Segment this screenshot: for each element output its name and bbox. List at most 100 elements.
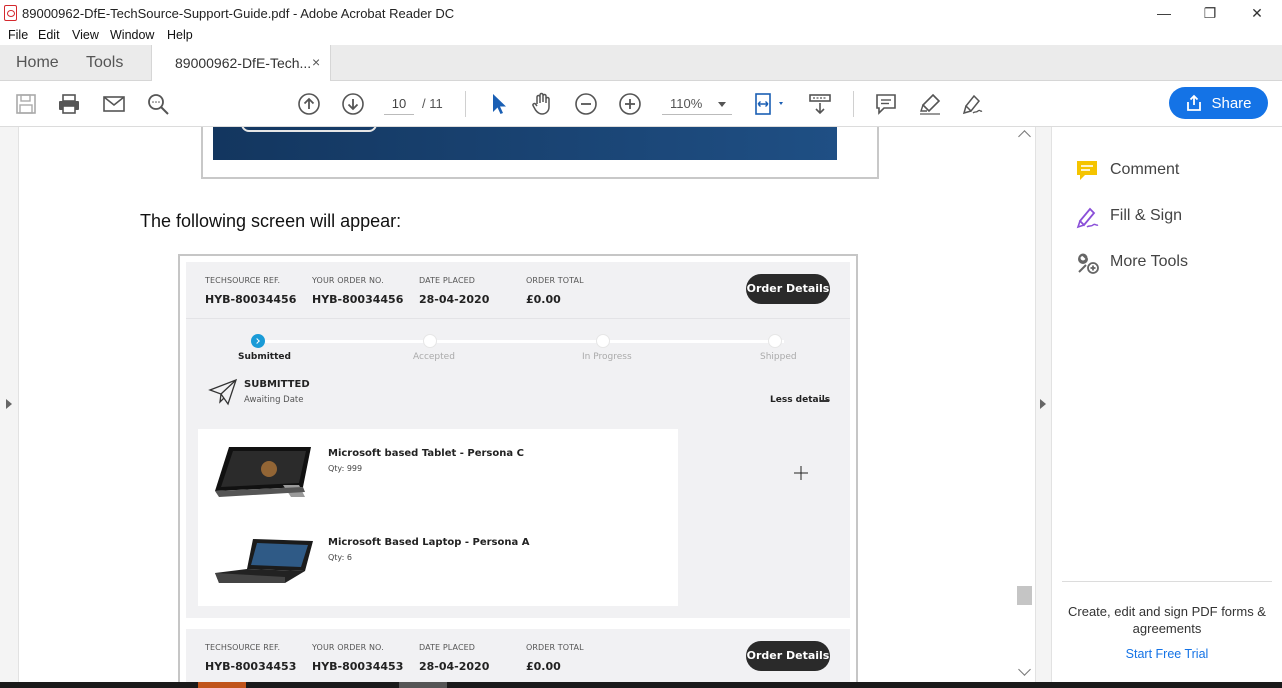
order-number-label: YOUR ORDER NO. [312, 643, 384, 652]
taskbar-edge [0, 682, 1282, 688]
share-button[interactable]: Share [1169, 87, 1268, 119]
order-total: ORDER TOTAL £0.00 [526, 276, 584, 306]
status-title: SUBMITTED [244, 379, 310, 390]
techsource-ref-label: TECHSOURCE REF. [205, 643, 281, 652]
sign-icon[interactable] [960, 92, 984, 116]
page-fit-icon[interactable] [752, 92, 788, 116]
more-tools-label: More Tools [1110, 253, 1188, 270]
step-label-shipped: Shipped [760, 352, 797, 362]
order-number-value: HYB-80034456 [312, 293, 404, 306]
tab-home[interactable]: Home [16, 54, 59, 72]
order-items: Microsoft based Tablet - Persona C Qty: … [198, 429, 678, 606]
share-label: Share [1211, 94, 1252, 112]
techsource-ref-label: TECHSOURCE REF. [205, 276, 281, 285]
step-label-submitted: Submitted [238, 352, 291, 362]
order-total-label: ORDER TOTAL [526, 276, 584, 285]
date-placed-value: 28-04-2020 [419, 660, 490, 673]
more-tools[interactable]: More Tools [1076, 250, 1188, 276]
page-number-input[interactable]: 10 [384, 93, 414, 115]
zoom-dropdown[interactable]: 110% [662, 93, 732, 115]
menu-help[interactable]: Help [167, 28, 193, 42]
window-title: 89000962-DfE-TechSource-Support-Guide.pd… [22, 6, 455, 21]
step-dot-submitted [251, 334, 265, 348]
print-icon[interactable] [57, 92, 81, 116]
hand-tool-icon[interactable] [530, 92, 554, 116]
scroll-mode-icon[interactable] [808, 92, 832, 116]
tab-document-label: 89000962-DfE-Tech... [175, 55, 312, 71]
comment-tool[interactable]: Comment [1076, 158, 1179, 184]
date-placed-value: 28-04-2020 [419, 293, 490, 306]
step-label-in-progress: In Progress [582, 352, 632, 362]
step-dot-accepted [423, 334, 437, 348]
share-icon [1187, 94, 1202, 111]
page-total: / 11 [422, 96, 443, 111]
document-view[interactable]: The following screen will appear: TECHSO… [0, 127, 1035, 682]
restore-button[interactable]: ❐ [1187, 0, 1233, 26]
card-divider [186, 318, 850, 319]
order-details-button: Order Details [746, 641, 830, 671]
banner-button-outline [241, 127, 377, 132]
fill-sign-icon [1076, 207, 1099, 229]
scroll-up-icon[interactable] [1018, 130, 1031, 143]
menu-file[interactable]: File [8, 28, 28, 42]
item-name: Microsoft Based Laptop - Persona A [328, 537, 530, 548]
item-qty: Qty: 6 [328, 553, 352, 562]
menu-edit[interactable]: Edit [38, 28, 60, 42]
order-card: TECHSOURCE REF. HYB-80034453 YOUR ORDER … [186, 629, 850, 682]
fill-sign-tool[interactable]: Fill & Sign [1076, 204, 1182, 230]
collapse-icon [821, 400, 829, 402]
toolbar-divider [465, 91, 466, 117]
fill-sign-label: Fill & Sign [1110, 207, 1183, 224]
close-tab-icon[interactable]: × [312, 54, 320, 70]
zoom-out-icon[interactable] [574, 92, 598, 116]
date-placed-label: DATE PLACED [419, 643, 476, 652]
panel-divider [1062, 581, 1272, 582]
next-page-icon[interactable] [341, 92, 365, 116]
step-label-accepted: Accepted [413, 352, 455, 362]
scroll-down-icon[interactable] [1018, 663, 1031, 676]
order-number: YOUR ORDER NO. HYB-80034453 [312, 643, 403, 673]
menu-window[interactable]: Window [110, 28, 154, 42]
highlight-icon[interactable] [918, 92, 942, 116]
tablet-image [215, 447, 311, 497]
order-number-label: YOUR ORDER NO. [312, 276, 384, 285]
paper-plane-icon [208, 378, 238, 406]
order-number: YOUR ORDER NO. HYB-80034456 [312, 276, 403, 306]
email-icon[interactable] [102, 92, 126, 116]
title-bar: 89000962-DfE-TechSource-Support-Guide.pd… [0, 0, 1282, 26]
tab-document[interactable]: 89000962-DfE-Tech... × [151, 45, 331, 81]
scroll-thumb[interactable] [1017, 586, 1032, 605]
order-total-value: £0.00 [526, 293, 561, 306]
item-name: Microsoft based Tablet - Persona C [328, 448, 524, 459]
minimize-button[interactable]: — [1141, 0, 1187, 26]
search-icon[interactable] [146, 92, 170, 116]
chevron-down-icon [718, 102, 726, 107]
date-placed-label: DATE PLACED [419, 276, 476, 285]
menu-bar: File Edit View Window Help [0, 26, 1282, 45]
tab-tools[interactable]: Tools [86, 54, 123, 72]
toolbar-divider [853, 91, 854, 117]
item-qty: Qty: 999 [328, 464, 363, 473]
right-panel-toggle[interactable] [1035, 127, 1052, 682]
close-window-button[interactable]: ✕ [1234, 0, 1280, 26]
zoom-in-icon[interactable] [618, 92, 642, 116]
more-tools-icon [1078, 253, 1099, 274]
zoom-value: 110% [670, 96, 703, 111]
taskbar-indicator [399, 682, 447, 688]
order-number-value: HYB-80034453 [312, 660, 404, 673]
menu-view[interactable]: View [72, 28, 99, 42]
vertical-scrollbar[interactable] [1015, 127, 1035, 682]
comment-icon[interactable] [874, 92, 898, 116]
collapse-right-icon [1040, 399, 1046, 409]
select-cursor-icon[interactable] [487, 92, 511, 116]
save-icon[interactable] [14, 92, 38, 116]
order-screenshot: TECHSOURCE REF. HYB-80034456 YOUR ORDER … [178, 254, 858, 682]
progress-track [258, 340, 784, 343]
step-dot-shipped [768, 334, 782, 348]
previous-page-icon[interactable] [297, 92, 321, 116]
start-free-trial-link[interactable]: Start Free Trial [1052, 647, 1282, 661]
expand-left-icon [6, 399, 12, 409]
order-total-label: ORDER TOTAL [526, 643, 584, 652]
left-panel-toggle[interactable] [0, 127, 19, 682]
techsource-ref: TECHSOURCE REF. HYB-80034453 [205, 643, 296, 673]
